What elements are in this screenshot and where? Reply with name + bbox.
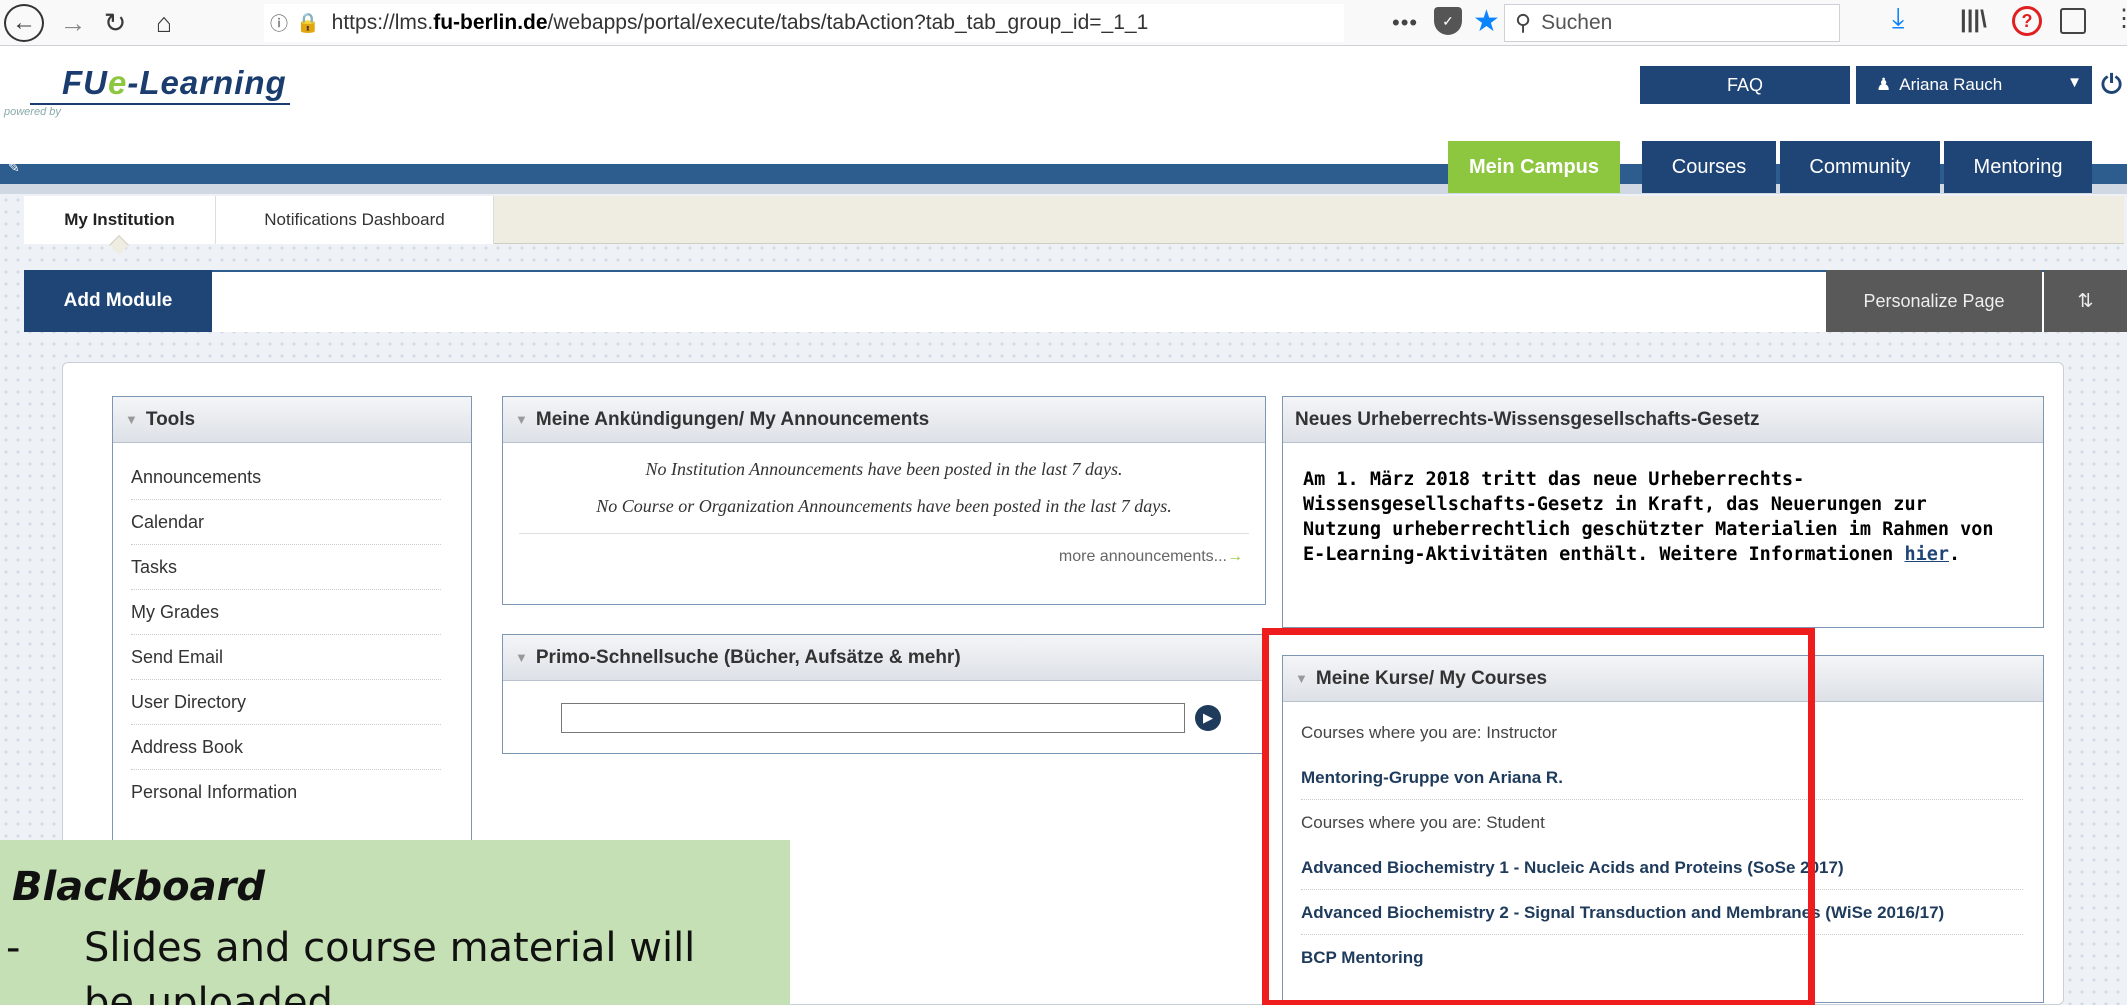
bookmark-star-icon[interactable]: ★	[1473, 4, 1500, 39]
address-bar[interactable]: ⓘ 🔒 https://lms. fu-berlin.de/webapps/por…	[264, 4, 1344, 42]
tab-mentoring[interactable]: Mentoring	[1944, 141, 2092, 193]
text-line: Wissensgesellschafts-Gesetz in Kraft, da…	[1303, 494, 1927, 515]
action-bar	[24, 270, 2127, 332]
more-announcements-label: more announcements...	[1058, 548, 1227, 565]
hier-link[interactable]: hier	[1904, 544, 1949, 565]
url-prefix: https://lms.	[331, 11, 434, 34]
chevron-down-icon: ▼	[2067, 74, 2082, 91]
tab-mein-campus[interactable]: Mein Campus	[1448, 141, 1620, 193]
search-placeholder: Suchen	[1541, 11, 1613, 34]
library-icon[interactable]: |||\	[1960, 6, 1987, 34]
bullet-text-line1: Slides and course material will	[84, 925, 696, 971]
module-title: Tools	[145, 408, 196, 430]
collapse-triangle-icon[interactable]: ▼	[515, 412, 528, 427]
forward-arrow-icon[interactable]: →	[56, 4, 90, 42]
collapse-triangle-icon[interactable]: ▼	[125, 412, 138, 427]
course-announcements-text: No Course or Organization Announcements …	[596, 496, 1172, 516]
text-line: Nutzung urheberrechtlich geschützter Mat…	[1303, 519, 1994, 540]
tool-link-user-directory[interactable]: User Directory	[131, 680, 441, 725]
lock-icon[interactable]: 🔒	[296, 11, 320, 35]
logo-text-e: e	[108, 64, 128, 101]
text-line: Am 1. März 2018 tritt das neue Urheberre…	[1303, 469, 1805, 490]
fu-elearning-logo[interactable]: FUe-Learning	[62, 64, 287, 102]
bullet-dash: -	[6, 925, 21, 971]
module-title: Primo-Schnellsuche (Bücher, Aufsätze & m…	[535, 646, 961, 668]
user-menu-button[interactable]: ♟ Ariana Rauch ▼	[1856, 66, 2092, 104]
tool-link-announcements[interactable]: Announcements	[131, 455, 441, 500]
tool-link-my-grades[interactable]: My Grades	[131, 590, 441, 635]
module-title: Neues Urheberrechts-Wissensgesellschafts…	[1295, 408, 1760, 430]
announcements-module: ▼ Meine Ankündigungen/ My Announcements N…	[502, 396, 1266, 605]
tool-link-address-book[interactable]: Address Book	[131, 725, 441, 770]
add-module-button[interactable]: Add Module	[24, 270, 212, 332]
url-path: /webapps/portal/execute/tabs/tabAction?t…	[547, 11, 1149, 34]
slide-note-bullet-cont: be uploaded	[84, 980, 333, 1005]
tool-link-tasks[interactable]: Tasks	[131, 545, 441, 590]
arrow-right-icon: →	[1227, 548, 1243, 565]
tools-module: ▼ Tools Announcements Calendar Tasks My G…	[112, 396, 472, 856]
browser-search-input[interactable]: ⚲ Suchen	[1504, 4, 1840, 42]
personalize-page-button[interactable]: Personalize Page	[1826, 270, 2042, 332]
search-icon: ⚲	[1515, 10, 1532, 35]
urheberrecht-module-header[interactable]: Neues Urheberrechts-Wissensgesellschafts…	[1283, 397, 2043, 443]
slide-note-bullet: - Slides and course material will	[6, 925, 695, 971]
tab-community[interactable]: Community	[1780, 141, 1940, 193]
download-icon[interactable]: ⤓	[1892, 2, 1904, 35]
primo-module-header[interactable]: ▼ Primo-Schnellsuche (Bücher, Aufsätze & …	[503, 635, 1265, 681]
go-arrow-icon[interactable]: ▶	[1195, 705, 1221, 731]
page-actions-icon[interactable]: •••	[1392, 10, 1418, 36]
tool-link-send-email[interactable]: Send Email	[131, 635, 441, 680]
addon-icon[interactable]: ?	[2012, 6, 2042, 36]
reorder-icon[interactable]: ⇅	[2044, 270, 2127, 332]
urheberrecht-module: Neues Urheberrechts-Wissensgesellschafts…	[1282, 396, 2044, 628]
logo-text-fu: FU	[62, 64, 108, 101]
divider	[519, 533, 1249, 534]
primo-search-input[interactable]	[561, 703, 1185, 733]
sidebar-toggle-icon[interactable]	[2060, 8, 2086, 34]
institution-announcements-text: No Institution Announcements have been p…	[645, 459, 1123, 479]
home-icon[interactable]: ⌂	[146, 4, 182, 42]
user-icon: ♟	[1876, 75, 1892, 94]
info-icon[interactable]: ⓘ	[270, 10, 288, 36]
edit-icon[interactable]: ✎	[8, 159, 20, 176]
tools-module-header[interactable]: ▼ Tools	[113, 397, 471, 443]
logout-power-icon[interactable]: ⏻	[2096, 66, 2127, 104]
collapse-triangle-icon[interactable]: ▼	[515, 650, 528, 665]
announcements-module-header[interactable]: ▼ Meine Ankündigungen/ My Announcements	[503, 397, 1265, 443]
tab-notifications-dashboard[interactable]: Notifications Dashboard	[216, 196, 494, 244]
reload-icon[interactable]: ↻	[98, 4, 132, 42]
user-name: Ariana Rauch	[1899, 75, 2003, 94]
urheberrecht-text: Am 1. März 2018 tritt das neue Urheberre…	[1283, 443, 2043, 567]
more-announcements-link[interactable]: more announcements...→	[503, 548, 1265, 566]
logo-underline	[30, 103, 290, 105]
module-title: Meine Ankündigungen/ My Announcements	[535, 408, 930, 430]
menu-icon[interactable]: ⋮	[2112, 4, 2127, 33]
tab-courses[interactable]: Courses	[1642, 141, 1776, 193]
pocket-icon[interactable]: ✓	[1434, 7, 1462, 35]
primo-search-module: ▼ Primo-Schnellsuche (Bücher, Aufsätze & …	[502, 634, 1266, 754]
text-line: E-Learning-Aktivitäten enthält. Weitere …	[1303, 542, 2027, 567]
logo-text-learning: -Learning	[127, 64, 287, 101]
url-domain: fu-berlin.de	[433, 11, 548, 34]
text-line-part: E-Learning-Aktivitäten enthält. Weitere …	[1303, 544, 1905, 565]
highlight-frame	[1262, 628, 1815, 1005]
back-arrow-icon[interactable]: ←	[4, 4, 44, 42]
tool-link-personal-information[interactable]: Personal Information	[131, 770, 441, 815]
slide-note-title: Blackboard	[12, 864, 265, 910]
tool-link-calendar[interactable]: Calendar	[131, 500, 441, 545]
powered-by-label: powered by	[4, 106, 61, 118]
faq-button[interactable]: FAQ	[1640, 66, 1850, 104]
text-line-end: .	[1949, 544, 1961, 565]
